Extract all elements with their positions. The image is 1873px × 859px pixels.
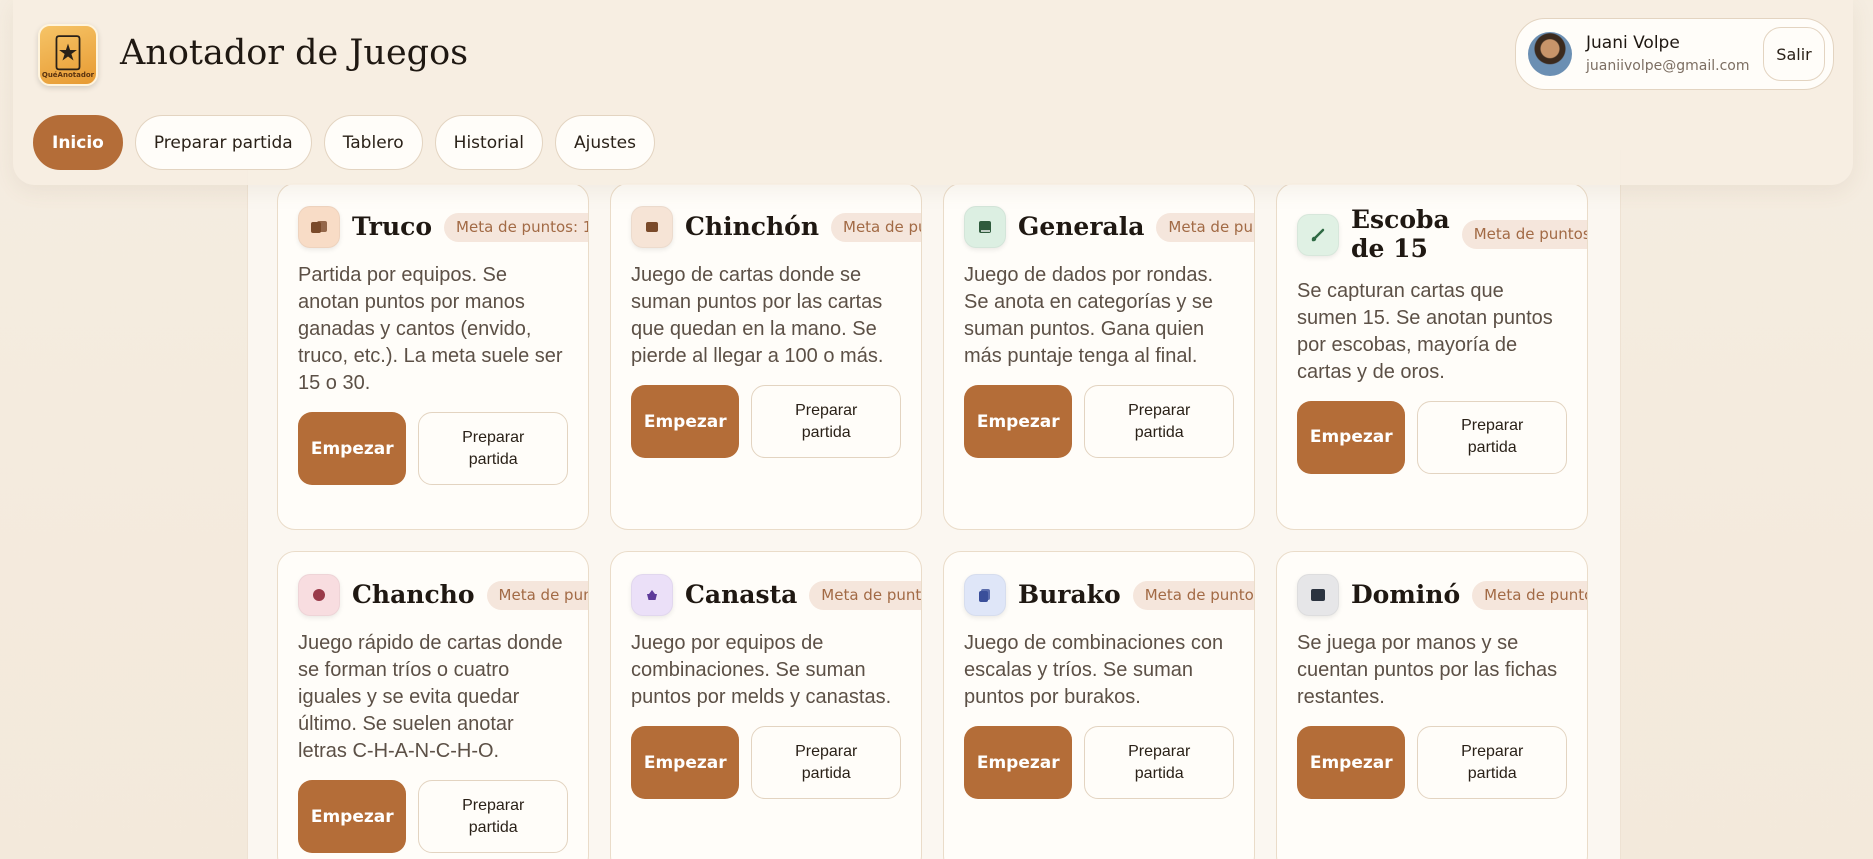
card-actions: Empezar Preparar partida xyxy=(1297,726,1567,799)
game-description: Se juega por manos y se cuentan puntos p… xyxy=(1297,632,1558,708)
goal-badge: Meta de puntos: 100 xyxy=(831,212,921,242)
card-header: Burako Meta de puntos: 2000 xyxy=(964,574,1254,616)
domino-icon xyxy=(1297,574,1339,616)
start-button[interactable]: Empezar xyxy=(1297,400,1406,474)
goal-badge: Meta de puntos: 100 xyxy=(1472,580,1587,610)
goal-badge: Meta de puntos: 15 xyxy=(1461,220,1587,250)
start-button[interactable]: Empezar xyxy=(964,385,1073,458)
app-title: Anotador de Juegos xyxy=(120,33,469,73)
card-actions: Empezar Preparar partida xyxy=(964,726,1234,799)
card-header: Canasta Meta de puntos: 5000 xyxy=(631,574,921,616)
start-button[interactable]: Empezar xyxy=(298,412,407,485)
tab-inicio[interactable]: Inicio xyxy=(33,115,123,170)
start-button[interactable]: Empezar xyxy=(964,726,1073,799)
start-button[interactable]: Empezar xyxy=(298,780,407,853)
game-card: Dominó Meta de puntos: 100 Se juega por ma… xyxy=(1276,551,1588,859)
user-menu: Juani Volpe juaniivolpe@gmail.com Salir xyxy=(1515,18,1834,90)
card-header: Escoba de 15 Meta de puntos: 15 xyxy=(1297,205,1587,264)
game-description: Partida por equipos. Se anotan puntos po… xyxy=(298,264,563,394)
dice-icon xyxy=(964,206,1006,248)
main-nav: Inicio Preparar partida Tablero Historia… xyxy=(33,115,655,170)
card-actions: Empezar Preparar partida xyxy=(1297,400,1567,474)
user-info: Juani Volpe juaniivolpe@gmail.com xyxy=(1586,32,1763,76)
card-stack-icon xyxy=(631,206,673,248)
game-title: Truco xyxy=(352,211,433,241)
goal-badge: Meta de puntos: 15 xyxy=(444,212,588,242)
game-title: Generala xyxy=(1018,211,1145,241)
game-title: Dominó xyxy=(1351,579,1461,609)
game-description: Juego por equipos de combinaciones. Se s… xyxy=(631,632,892,708)
prepare-game-button[interactable]: Preparar partida xyxy=(751,726,901,799)
prepare-game-button[interactable]: Preparar partida xyxy=(418,780,568,853)
user-email: juaniivolpe@gmail.com xyxy=(1586,58,1750,74)
prepare-game-button[interactable]: Preparar partida xyxy=(1417,726,1567,799)
card-actions: Empezar Preparar partida xyxy=(631,385,901,458)
prepare-game-button[interactable]: Preparar partida xyxy=(1084,726,1234,799)
card-actions: Empezar Preparar partida xyxy=(631,726,901,799)
goal-badge: Meta de puntos: 0 xyxy=(1156,212,1254,242)
game-description: Juego rápido de cartas donde se forman t… xyxy=(298,632,563,762)
prepare-game-button[interactable]: Preparar partida xyxy=(1084,385,1234,458)
card-header: Chinchón Meta de puntos: 100 xyxy=(631,206,921,248)
pig-icon xyxy=(298,574,340,616)
prepare-game-button[interactable]: Preparar partida xyxy=(418,412,568,485)
game-card: Canasta Meta de puntos: 5000 Juego por equ… xyxy=(610,551,922,859)
game-grid: Truco Meta de puntos: 15 Partida por equip… xyxy=(277,183,1588,859)
tiles-icon xyxy=(964,574,1006,616)
basket-icon xyxy=(631,574,673,616)
game-description: Se capturan cartas que sumen 15. Se anot… xyxy=(1297,279,1553,383)
broom-icon xyxy=(1297,213,1339,256)
game-title: Escoba de 15 xyxy=(1351,205,1450,263)
card-header: Dominó Meta de puntos: 100 xyxy=(1297,574,1587,616)
game-card: Generala Meta de puntos: 0 Juego de dados … xyxy=(943,183,1255,530)
logo-text: QuéAnotador xyxy=(41,71,95,79)
game-card: Chinchón Meta de puntos: 100 Juego de cart… xyxy=(610,183,922,530)
game-card: Truco Meta de puntos: 15 Partida por equip… xyxy=(277,183,589,530)
start-button[interactable]: Empezar xyxy=(1297,726,1406,799)
tab-ajustes[interactable]: Ajustes xyxy=(554,115,655,170)
card-header: Truco Meta de puntos: 15 xyxy=(298,206,588,248)
goal-badge: Meta de puntos: 5000 xyxy=(809,580,921,610)
tab-tablero[interactable]: Tablero xyxy=(323,115,423,170)
logo-cards-icon: 🃏 xyxy=(52,36,84,71)
game-card: Chancho Meta de puntos: 0 Juego rápido de … xyxy=(277,551,589,859)
tab-preparar-partida[interactable]: Preparar partida xyxy=(134,115,312,170)
prepare-game-button[interactable]: Preparar partida xyxy=(1417,400,1567,474)
game-card: Burako Meta de puntos: 2000 Juego de combi… xyxy=(943,551,1255,859)
tab-historial[interactable]: Historial xyxy=(434,115,543,170)
goal-badge: Meta de puntos: 2000 xyxy=(1132,580,1254,610)
game-title: Chinchón xyxy=(685,211,819,241)
card-header: Chancho Meta de puntos: 0 xyxy=(298,574,588,616)
start-button[interactable]: Empezar xyxy=(631,726,740,799)
start-button[interactable]: Empezar xyxy=(631,385,740,458)
user-name: Juani Volpe xyxy=(1586,33,1680,53)
logout-button[interactable]: Salir xyxy=(1763,27,1825,81)
cards-icon xyxy=(298,206,340,248)
game-title: Burako xyxy=(1018,579,1121,609)
game-title: Canasta xyxy=(685,579,798,609)
card-actions: Empezar Preparar partida xyxy=(964,385,1234,458)
card-header: Generala Meta de puntos: 0 xyxy=(964,206,1254,248)
game-description: Juego de combinaciones con escalas y trí… xyxy=(964,632,1224,708)
game-title: Chancho xyxy=(352,579,475,609)
card-actions: Empezar Preparar partida xyxy=(298,412,568,485)
goal-badge: Meta de puntos: 0 xyxy=(486,580,588,610)
game-description: Juego de dados por rondas. Se anota en c… xyxy=(964,264,1214,367)
game-card: Escoba de 15 Meta de puntos: 15 Se captura… xyxy=(1276,183,1588,530)
prepare-game-button[interactable]: Preparar partida xyxy=(751,385,901,458)
card-actions: Empezar Preparar partida xyxy=(298,780,568,853)
game-description: Juego de cartas donde se suman puntos po… xyxy=(631,264,884,367)
avatar[interactable] xyxy=(1528,32,1572,76)
app-logo[interactable]: 🃏 QuéAnotador xyxy=(38,24,98,86)
app-header: 🃏 QuéAnotador Anotador de Juegos Inicio … xyxy=(13,0,1853,185)
